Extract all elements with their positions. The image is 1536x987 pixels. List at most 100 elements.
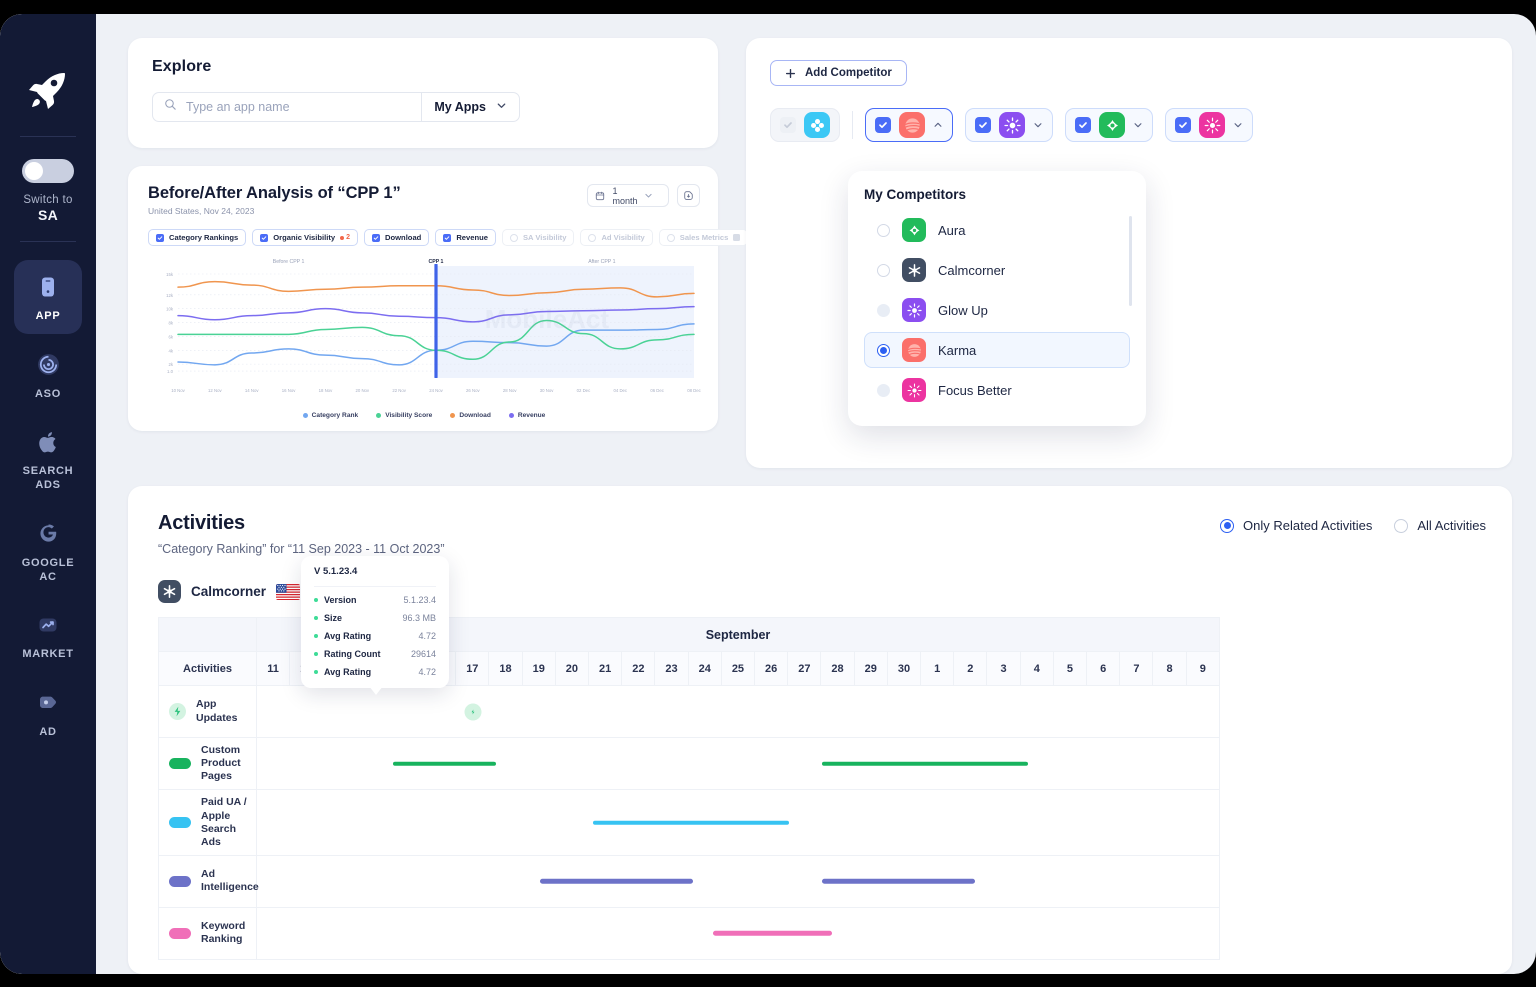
- chevron-down-icon[interactable]: [1133, 120, 1143, 130]
- app-chip-glow-up[interactable]: [965, 108, 1053, 142]
- activity-bar[interactable]: [712, 931, 833, 936]
- switch-to-sa-toggle[interactable]: [22, 159, 74, 183]
- radio-icon[interactable]: [877, 223, 890, 237]
- svg-text:14 Nov: 14 Nov: [245, 388, 259, 393]
- svg-text:16 Nov: 16 Nov: [282, 388, 296, 393]
- chevron-down-icon[interactable]: [1233, 120, 1243, 130]
- checkbox-icon[interactable]: [1175, 117, 1191, 133]
- svg-text:24 Nov: 24 Nov: [429, 388, 443, 393]
- chevron-up-icon[interactable]: [933, 120, 943, 130]
- app-chip-focus-better[interactable]: [1165, 108, 1253, 142]
- export-button[interactable]: [677, 184, 700, 207]
- sidebar-item-app[interactable]: APP: [14, 259, 82, 334]
- legend-label: Category Rank: [311, 412, 359, 419]
- tooltip-row: Avg Rating 4.72: [314, 631, 436, 641]
- tooltip-value: 96.3 MB: [402, 613, 436, 623]
- metric-pill-sa-visibility[interactable]: SA Visibility: [501, 229, 575, 246]
- app-chip-aura[interactable]: [1065, 108, 1153, 142]
- date-range-select[interactable]: 1 month: [587, 184, 669, 207]
- app-chip-primary[interactable]: [770, 108, 840, 142]
- activity-bar[interactable]: [539, 879, 693, 884]
- day-header-cell: 20: [554, 651, 590, 686]
- competitor-option-aura[interactable]: Aura: [864, 212, 1130, 248]
- sidebar-item-ad[interactable]: AD: [14, 676, 82, 750]
- activities-table-body: App Updates Custom Product Pages Paid UA / Ap…: [158, 685, 1220, 960]
- activity-bar[interactable]: [822, 879, 976, 884]
- before-after-chart-card: Before/After Analysis of “CPP 1” United …: [128, 166, 842, 431]
- metric-pill-ad-visibility[interactable]: Ad Visibility: [580, 229, 653, 246]
- snowflake-icon: [158, 580, 181, 603]
- sun-icon: [999, 112, 1025, 138]
- activity-timeline-cell[interactable]: [256, 854, 1220, 908]
- sidebar-item-label: SEARCH ADS: [22, 465, 74, 492]
- search-input[interactable]: [186, 100, 411, 114]
- my-apps-label: My Apps: [434, 100, 486, 114]
- sidebar-item-market[interactable]: MARKET: [14, 598, 82, 672]
- checkbox-icon[interactable]: [1075, 117, 1091, 133]
- app-chip-row: [770, 108, 1488, 142]
- activity-bar[interactable]: [393, 761, 497, 766]
- sidebar-divider-bottom: [20, 240, 76, 242]
- clover-icon: [804, 112, 830, 138]
- radio-icon[interactable]: [877, 383, 890, 397]
- chevron-down-icon[interactable]: [1033, 120, 1043, 130]
- svg-text:10 Nov: 10 Nov: [171, 388, 185, 393]
- svg-text:08 Dec: 08 Dec: [687, 388, 701, 393]
- competitor-option-karma[interactable]: Karma: [864, 332, 1130, 368]
- competitor-option-label: Karma: [938, 342, 977, 358]
- filter-only-related-activities[interactable]: Only Related Activities: [1220, 518, 1372, 533]
- metric-pill-label: Category Rankings: [169, 233, 239, 242]
- activity-label: Keyword Ranking: [201, 920, 246, 946]
- my-apps-dropdown[interactable]: My Apps: [422, 93, 519, 121]
- search-field[interactable]: [153, 93, 423, 121]
- activity-timeline-cell[interactable]: [256, 906, 1220, 960]
- metric-pill-sales-metrics[interactable]: Sales Metrics: [658, 229, 749, 246]
- google-g-icon: [33, 519, 63, 549]
- metric-pill-organic-visibility[interactable]: Organic Visibility 2: [252, 229, 359, 246]
- add-competitor-button[interactable]: Add Competitor: [770, 60, 907, 86]
- activity-timeline-cell[interactable]: [256, 736, 1220, 791]
- metric-pill-category-rankings[interactable]: Category Rankings: [148, 229, 247, 246]
- rocket-icon[interactable]: [26, 70, 70, 110]
- before-after-line-chart: 1.0 2k 4k 6k 8k 10k 12k 15k Before CPP 1 CPP 1 Aft…: [148, 254, 702, 404]
- app-chip-karma[interactable]: [865, 108, 953, 142]
- activity-timeline-cell[interactable]: [256, 685, 1220, 738]
- sidebar-item-aso[interactable]: ASO: [14, 338, 82, 412]
- dropdown-scrollbar[interactable]: [1129, 216, 1132, 306]
- svg-text:2k: 2k: [168, 362, 173, 367]
- day-header-cell: 29: [853, 651, 888, 686]
- explore-search-row: My Apps: [152, 92, 520, 122]
- radio-icon[interactable]: [877, 303, 890, 317]
- month-corner-cell: [158, 617, 257, 652]
- radio-icon: [1220, 518, 1235, 533]
- tooltip-value: 4.72: [418, 631, 436, 641]
- activity-timeline-cell[interactable]: [256, 789, 1220, 856]
- activity-name-cell: Paid UA / Apple Search Ads: [158, 789, 257, 856]
- sidebar-item-google-ac[interactable]: GOOGLE AC: [14, 507, 82, 595]
- metric-pill-download[interactable]: Download: [364, 229, 430, 246]
- checkbox-icon[interactable]: [975, 117, 991, 133]
- checkbox-icon[interactable]: [875, 117, 891, 133]
- explore-title: Explore: [152, 58, 212, 75]
- competitor-option-calmcorner[interactable]: Calmcorner: [864, 252, 1130, 288]
- svg-text:12 Nov: 12 Nov: [208, 388, 222, 393]
- legend-item: Category Rank: [302, 412, 359, 419]
- sidebar-item-label: GOOGLE AC: [21, 556, 75, 583]
- checkbox-icon[interactable]: [780, 117, 796, 133]
- filter-label: Only Related Activities: [1243, 518, 1373, 533]
- competitor-option-focus-better[interactable]: Focus Better: [864, 372, 1130, 408]
- app-update-marker[interactable]: [464, 703, 482, 720]
- spiral-icon: [33, 350, 63, 380]
- chart-title: Before/After Analysis of “CPP 1”: [148, 184, 401, 202]
- activity-bar[interactable]: [822, 761, 1029, 766]
- activity-name-cell: App Updates: [158, 685, 257, 738]
- sidebar-item-search-ads[interactable]: SEARCH ADS: [14, 415, 82, 503]
- competitor-option-glow-up[interactable]: Glow Up: [864, 292, 1130, 328]
- filter-all-activities[interactable]: All Activities: [1394, 518, 1486, 533]
- radio-icon[interactable]: [877, 343, 890, 357]
- metric-pill-revenue[interactable]: Revenue: [435, 229, 496, 246]
- calendar-icon: [595, 191, 605, 201]
- activity-bar[interactable]: [592, 820, 789, 825]
- svg-text:04 Dec: 04 Dec: [613, 388, 627, 393]
- radio-icon[interactable]: [877, 263, 890, 277]
